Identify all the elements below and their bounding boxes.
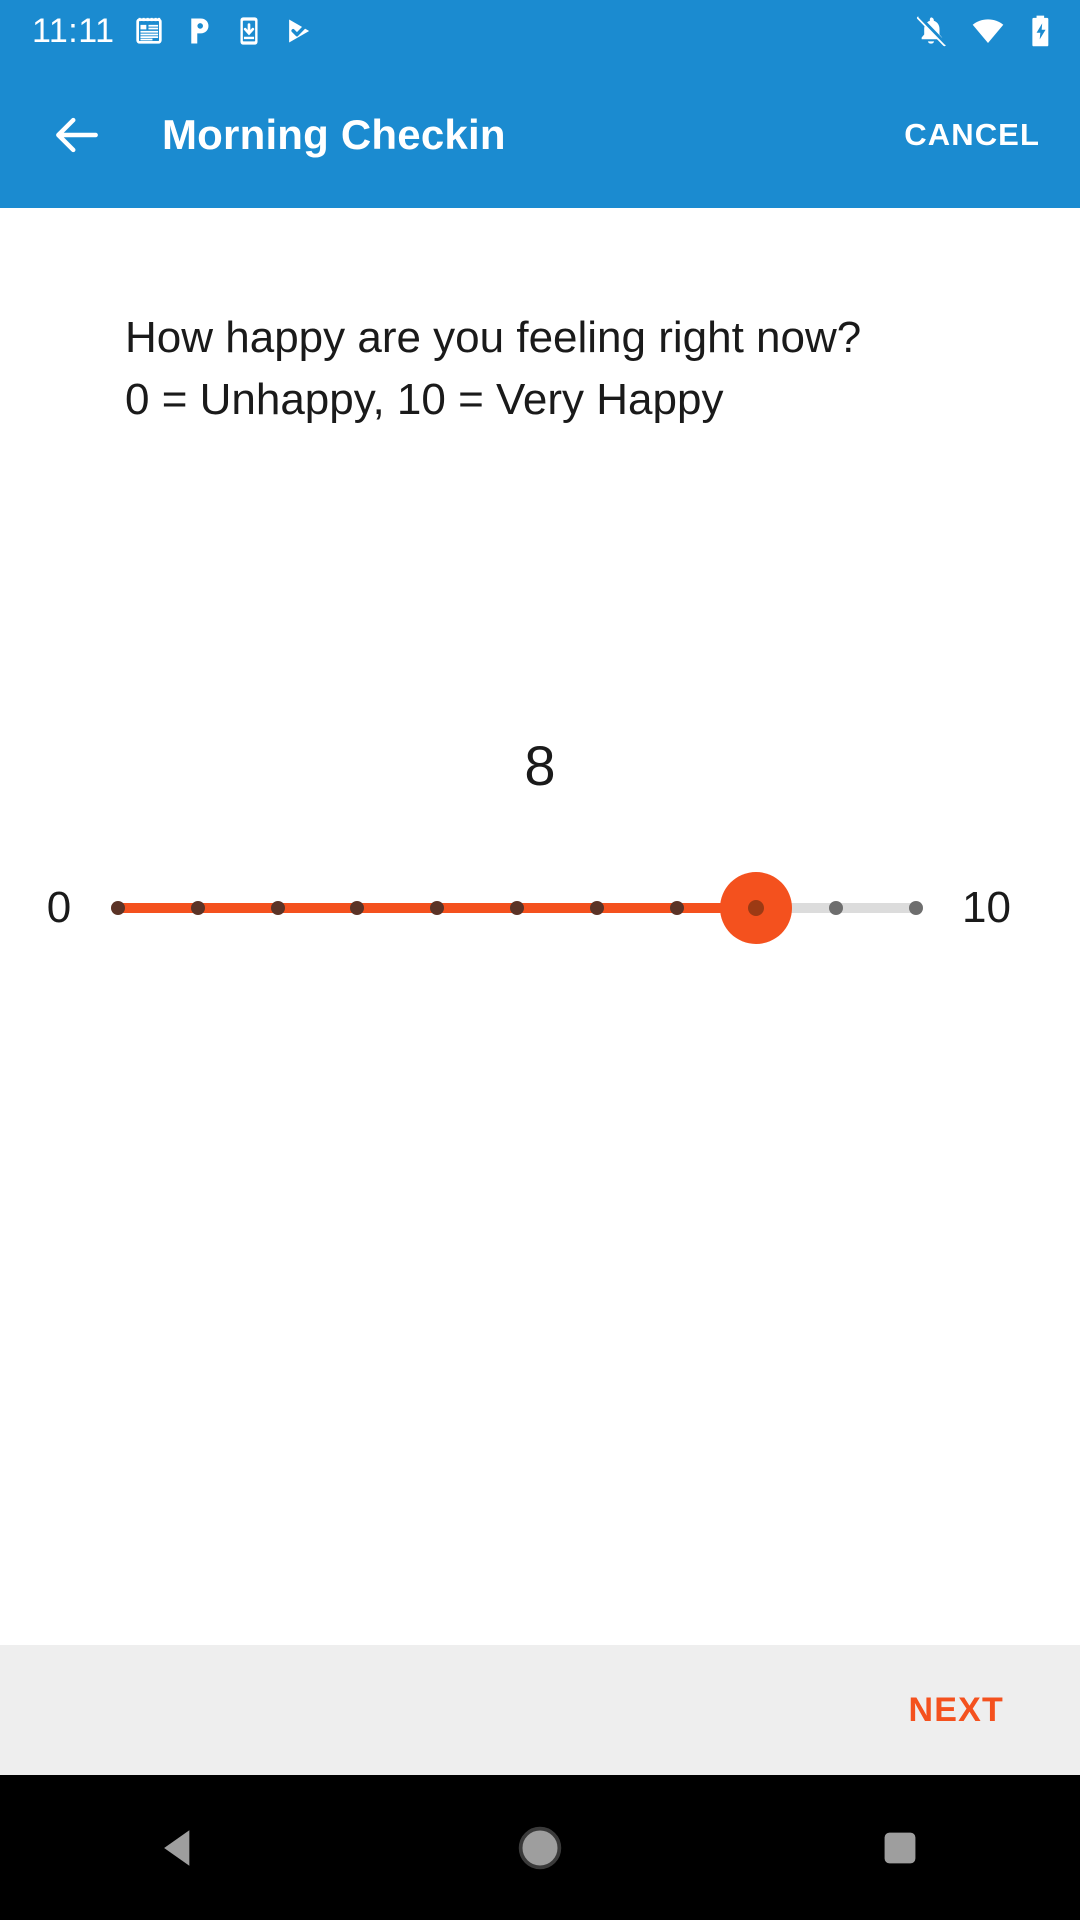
android-navigation-bar	[0, 1775, 1080, 1920]
battery-charging-icon	[1028, 14, 1054, 48]
slider-max-label: 10	[962, 883, 1011, 932]
app-bar: Morning Checkin CANCEL	[0, 62, 1080, 208]
notepad-icon	[133, 15, 165, 47]
slider-container: 0 10	[0, 848, 1080, 968]
slider-tick-7[interactable]	[669, 901, 684, 915]
slider-value-display: 8	[524, 734, 556, 797]
arrow-left-icon	[56, 117, 98, 153]
back-button[interactable]	[40, 98, 114, 172]
cancel-button[interactable]: CANCEL	[892, 103, 1052, 167]
notifications-muted-icon	[914, 14, 948, 48]
question-text: How happy are you feeling right now? 0 =…	[125, 307, 1015, 431]
nav-back-button[interactable]	[0, 1775, 360, 1920]
slider-input[interactable]	[111, 848, 923, 968]
circle-home-icon	[518, 1826, 562, 1869]
slider-tick-2[interactable]	[270, 901, 285, 915]
slider-thumb[interactable]	[720, 872, 793, 944]
status-clock: 11:11	[32, 12, 115, 50]
slider-min-label: 0	[46, 883, 72, 932]
next-button[interactable]: NEXT	[895, 1675, 1018, 1746]
square-recents-icon	[884, 1832, 916, 1863]
survey-content: How happy are you feeling right now? 0 =…	[0, 208, 1080, 1645]
page-title: Morning Checkin	[162, 111, 506, 158]
nav-recents-button[interactable]	[720, 1775, 1080, 1920]
slider-tick-5[interactable]	[510, 901, 524, 915]
slider-tick-9[interactable]	[829, 901, 844, 915]
nav-home-button[interactable]	[360, 1775, 720, 1920]
pandora-p-icon	[183, 15, 215, 47]
slider-tick-0[interactable]	[111, 901, 125, 915]
phone-download-icon	[233, 15, 265, 47]
status-bar: 11:11	[0, 0, 1080, 62]
slider-tick-1[interactable]	[190, 901, 205, 915]
triangle-left-icon	[164, 1829, 190, 1866]
status-bar-left: 11:11	[32, 14, 914, 48]
bottom-action-bar: NEXT	[0, 1645, 1080, 1775]
question-line-1: How happy are you feeling right now?	[125, 313, 862, 362]
slider-tick-10[interactable]	[909, 901, 923, 915]
wifi-icon	[970, 14, 1006, 48]
status-bar-right	[914, 14, 1054, 48]
play-protect-check-icon	[283, 15, 315, 47]
slider-tick-4[interactable]	[430, 901, 445, 915]
slider-tick-3[interactable]	[350, 901, 365, 915]
question-line-2: 0 = Unhappy, 10 = Very Happy	[125, 375, 724, 424]
slider-tick-6[interactable]	[589, 901, 604, 915]
